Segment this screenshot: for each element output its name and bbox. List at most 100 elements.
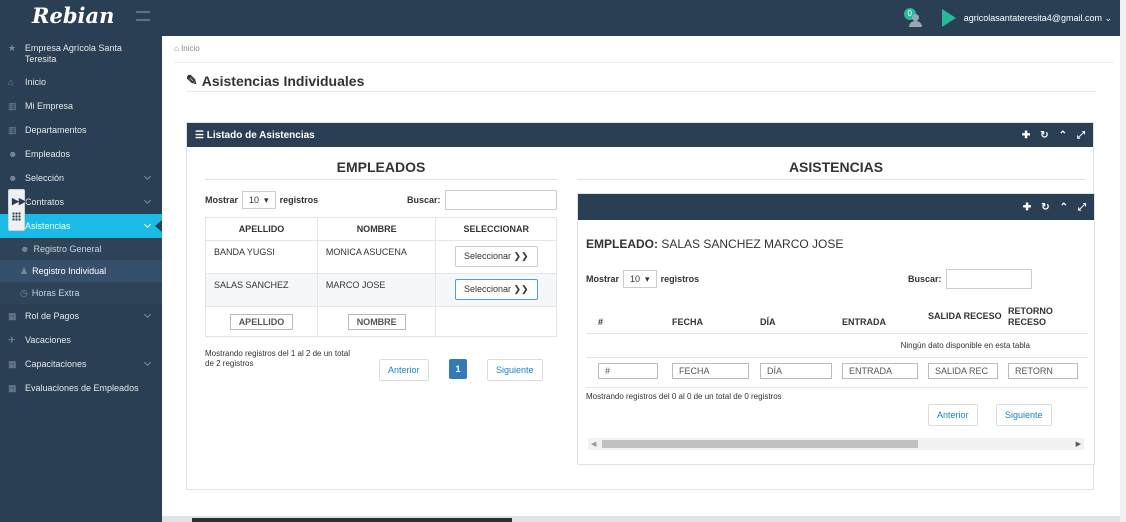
sidebar-item-label: Inicio xyxy=(25,77,47,87)
sidebar-item-empleados[interactable]: ☻ Empleados xyxy=(0,142,162,166)
filter-number-input[interactable]: # xyxy=(598,363,658,379)
brand-logo[interactable]: Rebian xyxy=(32,3,114,28)
filter-retorno-input[interactable]: RETORN xyxy=(1008,363,1079,379)
menu-toggle-icon[interactable] xyxy=(136,11,150,21)
divider xyxy=(174,62,1114,63)
asistencias-submenu: ☻ Registro General ♟ Registro Individual ◷… xyxy=(0,238,162,304)
fullscreen-icon[interactable]: ⤢ xyxy=(1077,130,1085,141)
filter-salida-input[interactable]: SALIDA REC xyxy=(928,363,999,379)
refresh-icon[interactable]: ↻ xyxy=(1041,202,1049,213)
cell-nombre: MONICA ASUCENA xyxy=(316,240,437,274)
clock-icon: ◷ xyxy=(20,287,28,298)
scroll-left-icon[interactable]: ◀ xyxy=(591,440,596,448)
submenu-label: Horas Extra xyxy=(31,288,80,298)
column-header[interactable]: FECHA xyxy=(672,301,760,334)
sidebar-item-capacitaciones[interactable]: ▦ Capacitaciones xyxy=(0,352,162,376)
select-employee-button[interactable]: Seleccionar ❯❯ xyxy=(454,279,538,300)
refresh-icon[interactable]: ↻ xyxy=(1040,130,1048,141)
asistencias-table: # FECHA DÍA ENTRADA SALIDA RECESO RETORN… xyxy=(586,301,1088,388)
next-page-button[interactable]: Siguiente xyxy=(487,359,543,381)
page-1-button[interactable]: 1 xyxy=(449,359,467,379)
column-header[interactable]: # xyxy=(586,301,672,334)
bottom-scrollbar[interactable] xyxy=(162,516,1120,522)
page-size-select[interactable]: 10 ▾ xyxy=(242,191,276,209)
search-label: Buscar: xyxy=(407,195,441,205)
submenu-horas-extra[interactable]: ◷ Horas Extra xyxy=(0,282,162,304)
filter-entrada-input[interactable]: ENTRADA xyxy=(842,363,918,379)
subpanel-header: ✚ ↻ ⌃ ⤢ xyxy=(578,194,1094,220)
user-menu: 0 agricolasantateresita4@gmail.com ⌄ xyxy=(903,8,1112,28)
filter-cell xyxy=(435,306,557,337)
prev-page-button[interactable]: Anterior xyxy=(928,404,978,426)
page-size-value: 10 xyxy=(249,195,260,205)
fullscreen-icon[interactable]: ⤢ xyxy=(1078,202,1086,213)
vertical-scrollbar[interactable] xyxy=(1120,0,1126,522)
sidebar-item-label: Rol de Pagos xyxy=(25,311,80,321)
users-icon: ☻ xyxy=(20,244,30,254)
sidebar-item-rol-de-pagos[interactable]: ▦ Rol de Pagos xyxy=(0,304,162,328)
column-header[interactable]: SALIDA RECESO xyxy=(928,301,1008,334)
cell-nombre: MARCO JOSE xyxy=(316,273,437,307)
page-size-select[interactable]: 10 ▾ xyxy=(623,270,657,288)
table-row: Ningún dato disponible en esta tabla xyxy=(586,333,1088,358)
filter-fecha-input[interactable]: FECHA xyxy=(672,363,750,379)
divider xyxy=(186,91,1096,92)
sidebar-item-departamentos[interactable]: ▥ Departamentos xyxy=(0,118,162,142)
bank-icon: ▥ xyxy=(8,124,17,135)
filter-apellido-input[interactable]: APELLIDO xyxy=(229,313,294,330)
next-page-button[interactable]: Siguiente xyxy=(996,404,1052,426)
sidebar-item-label: Selección xyxy=(25,173,65,183)
submenu-registro-general[interactable]: ☻ Registro General xyxy=(0,238,162,260)
move-icon[interactable]: ✚ xyxy=(1023,202,1031,213)
sidebar-item-vacaciones[interactable]: ✈ Vacaciones xyxy=(0,328,162,352)
sidebar-item-seleccion[interactable]: ☻ Selección xyxy=(0,166,162,190)
horizontal-scrollbar[interactable]: ◀ ▶ xyxy=(588,438,1084,450)
column-header[interactable]: APELLIDO xyxy=(205,217,318,241)
sidebar-item-mi-empresa[interactable]: ▥ Mi Empresa xyxy=(0,94,162,118)
top-navbar: Rebian 0 agricolasantateresita4@gmail.co… xyxy=(0,0,1126,36)
show-label: Mostrar xyxy=(586,274,620,284)
sidebar-item-inicio[interactable]: ⌂ Inicio xyxy=(0,70,162,94)
move-icon[interactable]: ✚ xyxy=(1022,130,1030,141)
filter-nombre-input[interactable]: NOMBRE xyxy=(347,313,406,330)
submenu-registro-individual[interactable]: ♟ Registro Individual xyxy=(0,260,162,282)
column-header[interactable]: NOMBRE xyxy=(316,217,437,241)
breadcrumb[interactable]: ⌂ Inicio xyxy=(174,44,200,53)
column-header[interactable]: SELECCIONAR xyxy=(435,217,557,241)
divider xyxy=(577,179,1085,180)
scroll-right-icon[interactable]: ▶ xyxy=(1076,440,1081,448)
filter-cell: DÍA xyxy=(760,357,842,388)
floating-tab-handle[interactable]: ▶▶ xyxy=(8,189,26,231)
column-header[interactable]: RETORNO RECESO xyxy=(1008,301,1088,334)
sidebar-item-label: Empleados xyxy=(25,149,71,159)
selected-employee: EMPLEADO: SALAS SANCHEZ MARCO JOSE xyxy=(586,237,843,251)
sidebar-item-evaluaciones[interactable]: ▦ Evaluaciones de Empleados xyxy=(0,376,162,400)
scroll-thumb[interactable] xyxy=(192,518,512,522)
panel-title: Listado de Asistencias xyxy=(206,129,315,141)
empleados-search: Buscar: xyxy=(407,190,557,210)
users-icon: ☻ xyxy=(8,149,18,159)
records-label: registros xyxy=(660,274,700,284)
user-email-dropdown[interactable]: agricolasantateresita4@gmail.com ⌄ xyxy=(964,13,1112,24)
collapse-icon[interactable]: ⌃ xyxy=(1060,202,1068,213)
notifications-user-icon[interactable]: 0 xyxy=(903,8,926,28)
prev-page-button[interactable]: Anterior xyxy=(379,359,429,381)
select-employee-button[interactable]: Seleccionar ❯❯ xyxy=(454,246,538,267)
star-icon: ★ xyxy=(8,43,17,53)
page-title-text: Asistencias Individuales xyxy=(201,72,365,89)
company-name: Empresa Agrícola Santa Teresita xyxy=(24,43,122,64)
table-icon: ▦ xyxy=(8,310,17,321)
search-input[interactable] xyxy=(945,269,1032,289)
column-header[interactable]: ENTRADA xyxy=(842,301,928,334)
scroll-thumb[interactable] xyxy=(602,440,918,448)
column-header[interactable]: DÍA xyxy=(760,301,842,334)
search-input[interactable] xyxy=(444,190,557,210)
play-icon[interactable] xyxy=(941,9,956,27)
double-arrow-icon: ▶▶ xyxy=(12,196,26,206)
asistencias-subpanel: ✚ ↻ ⌃ ⤢ EMPLEADO: SALAS SANCHEZ MARCO JO… xyxy=(577,193,1095,465)
filter-dia-input[interactable]: DÍA xyxy=(760,363,833,379)
cell-apellido: BANDA YUGSI xyxy=(205,240,318,274)
panel-tools: ✚ ↻ ⌃ ⤢ xyxy=(1023,202,1086,213)
collapse-icon[interactable]: ⌃ xyxy=(1059,130,1067,141)
sidebar-company[interactable]: ★ Empresa Agrícola Santa Teresita xyxy=(0,36,162,70)
